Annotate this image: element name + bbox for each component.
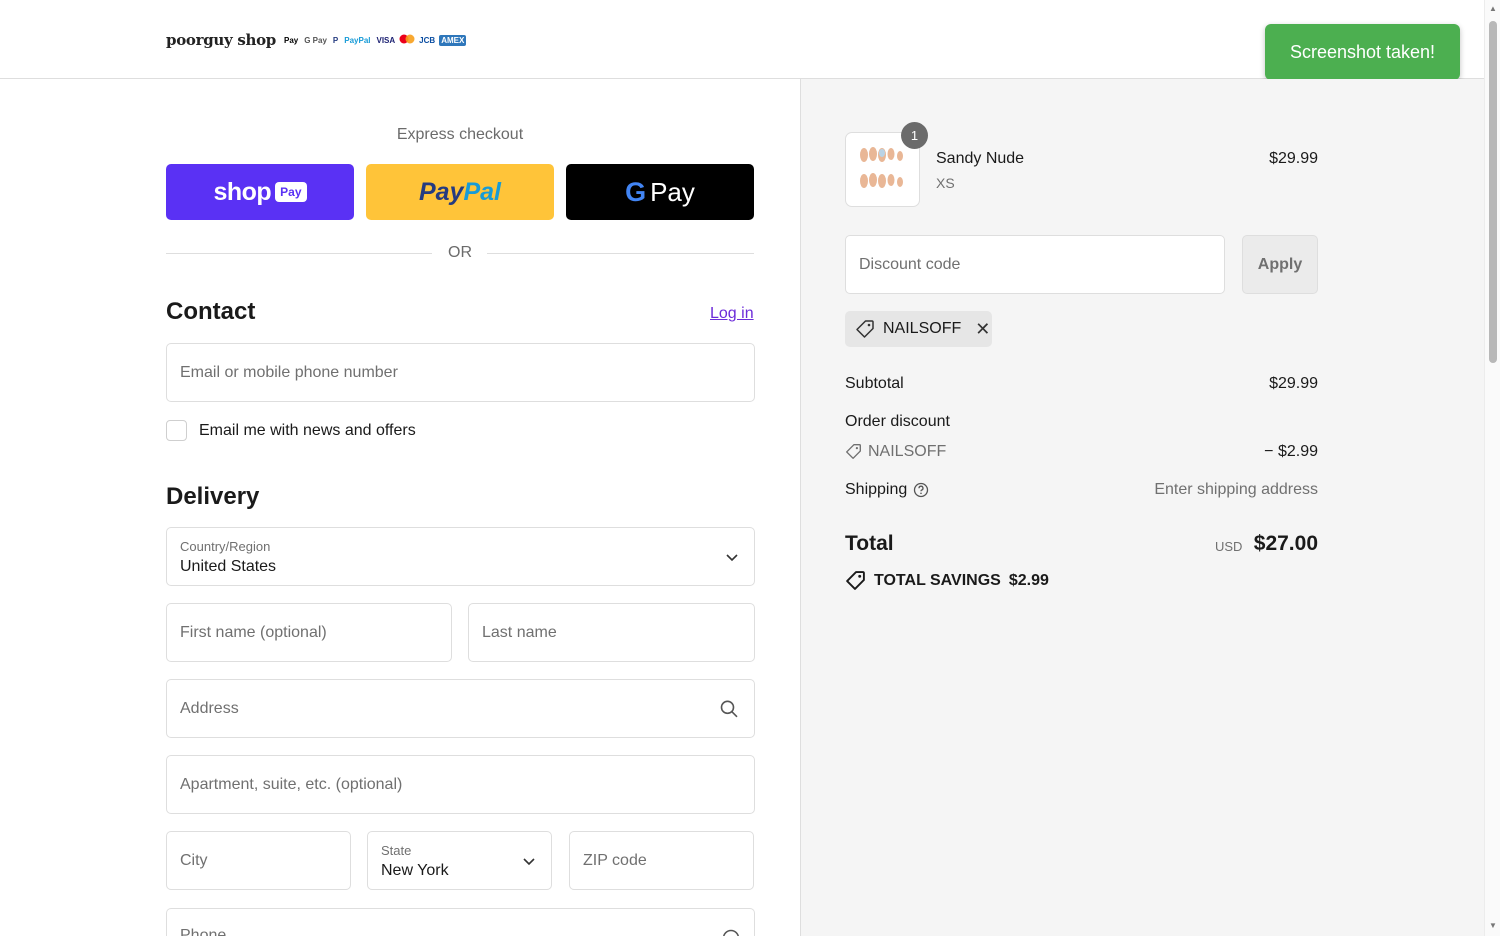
shipping-row: Shipping bbox=[845, 481, 929, 499]
or-text: OR bbox=[448, 244, 472, 261]
page-scrollbar[interactable]: ▲ ▼ bbox=[1484, 0, 1500, 936]
applied-discount-chip: NAILSOFF ✕ bbox=[845, 311, 992, 347]
apple-pay-badge: Pay bbox=[283, 35, 299, 45]
discount-placeholder: Discount code bbox=[859, 255, 961, 273]
google-pay-word: Pay bbox=[650, 176, 695, 207]
phone-placeholder: Phone bbox=[180, 927, 227, 936]
remove-discount-close-icon[interactable]: ✕ bbox=[975, 319, 990, 340]
zip-field[interactable]: ZIP code bbox=[569, 831, 754, 890]
product-name: Sandy Nude bbox=[936, 150, 1025, 167]
jcb-badge: JCB bbox=[419, 35, 436, 45]
subtotal-label: Subtotal bbox=[845, 375, 904, 392]
address-placeholder: Address bbox=[180, 699, 239, 717]
tag-icon bbox=[845, 570, 866, 591]
shop-pay-badge: Pay bbox=[275, 182, 307, 202]
total-value: $27.00 bbox=[1253, 532, 1318, 555]
subtotal-value: $29.99 bbox=[1269, 375, 1318, 392]
newsletter-checkbox[interactable] bbox=[166, 420, 187, 441]
city-field[interactable]: City bbox=[166, 831, 351, 890]
order-discount-code: NAILSOFF bbox=[868, 443, 947, 460]
contact-heading: Contact bbox=[166, 298, 256, 325]
paypal-p-badge: P bbox=[332, 35, 339, 45]
store-logo[interactable]: poorguy shop Pay G Pay P PayPal VISA JCB… bbox=[166, 30, 467, 50]
mastercard-icon bbox=[399, 34, 415, 46]
chevron-down-icon bbox=[523, 853, 535, 869]
paypal-word-pay: Pay bbox=[418, 177, 464, 206]
delivery-heading: Delivery bbox=[166, 483, 260, 510]
state-value: New York bbox=[381, 862, 449, 879]
order-discount-value: − $2.99 bbox=[1264, 443, 1318, 460]
last-name-field[interactable]: Last name bbox=[468, 603, 755, 662]
paypal-button[interactable]: Pay Pal bbox=[366, 164, 554, 220]
shipping-label: Shipping bbox=[845, 481, 908, 498]
help-icon[interactable] bbox=[913, 481, 929, 499]
country-value: United States bbox=[180, 558, 277, 575]
product-variant: XS bbox=[936, 175, 955, 191]
login-link[interactable]: Log in bbox=[710, 305, 754, 323]
tag-icon bbox=[855, 319, 875, 339]
order-discount-code-row: NAILSOFF bbox=[845, 443, 946, 461]
city-placeholder: City bbox=[180, 851, 208, 869]
country-label: Country/Region bbox=[180, 539, 271, 554]
quantity-badge: 1 bbox=[901, 122, 928, 149]
amex-badge: AMEX bbox=[439, 34, 467, 46]
email-field[interactable]: Email or mobile phone number bbox=[166, 343, 755, 402]
help-icon[interactable] bbox=[722, 929, 740, 936]
apply-button[interactable]: Apply bbox=[1242, 235, 1318, 294]
express-checkout-label: Express checkout bbox=[396, 126, 524, 143]
shop-pay-button[interactable]: shop Pay bbox=[166, 164, 354, 220]
paypal-word-pal: Pal bbox=[463, 177, 501, 206]
scroll-up-arrow-icon[interactable]: ▲ bbox=[1489, 4, 1497, 13]
google-pay-button[interactable]: G Pay bbox=[566, 164, 754, 220]
discount-code-field[interactable]: Discount code bbox=[845, 235, 1225, 294]
header: poorguy shop Pay G Pay P PayPal VISA JCB… bbox=[0, 0, 1484, 79]
tag-icon bbox=[845, 443, 862, 461]
newsletter-row[interactable]: Email me with news and offers bbox=[166, 420, 416, 441]
newsletter-label: Email me with news and offers bbox=[199, 421, 416, 439]
state-label: State bbox=[381, 843, 412, 858]
payment-badges: Pay G Pay P PayPal VISA JCB AMEX bbox=[282, 34, 467, 46]
last-name-placeholder: Last name bbox=[482, 623, 557, 641]
google-pay-badge: G Pay bbox=[304, 35, 327, 45]
scroll-thumb[interactable] bbox=[1489, 21, 1497, 363]
applied-code-text: NAILSOFF bbox=[883, 320, 962, 337]
zip-placeholder: ZIP code bbox=[583, 851, 647, 869]
product-thumbnail: 1 bbox=[845, 122, 928, 207]
apartment-placeholder: Apartment, suite, etc. (optional) bbox=[180, 775, 403, 793]
order-discount-label: Order discount bbox=[845, 413, 950, 430]
shop-pay-word: shop bbox=[213, 177, 272, 206]
paypal-badge: PayPal bbox=[344, 35, 371, 45]
first-name-placeholder: First name (optional) bbox=[180, 623, 327, 641]
email-placeholder: Email or mobile phone number bbox=[180, 363, 398, 381]
total-savings-row: TOTAL SAVINGS $2.99 bbox=[845, 570, 1049, 591]
savings-label: TOTAL SAVINGS bbox=[874, 571, 1001, 589]
screenshot-toast: Screenshot taken! bbox=[1265, 24, 1460, 80]
first-name-field[interactable]: First name (optional) bbox=[166, 603, 452, 662]
country-select[interactable]: Country/Region United States bbox=[166, 527, 755, 586]
toast-text: Screenshot taken! bbox=[1289, 41, 1436, 62]
google-g-icon: G bbox=[625, 176, 647, 207]
chevron-down-icon bbox=[726, 549, 738, 565]
logo-text: poorguy shop bbox=[166, 31, 276, 49]
apartment-field[interactable]: Apartment, suite, etc. (optional) bbox=[166, 755, 755, 814]
visa-badge: VISA bbox=[376, 35, 396, 45]
or-divider: OR bbox=[166, 243, 754, 263]
savings-value: $2.99 bbox=[1008, 571, 1049, 589]
total-label: Total bbox=[845, 532, 894, 555]
state-select[interactable]: State New York bbox=[367, 831, 552, 890]
shipping-value: Enter shipping address bbox=[1154, 481, 1318, 498]
search-icon[interactable] bbox=[720, 699, 738, 718]
scroll-down-arrow-icon[interactable]: ▼ bbox=[1489, 921, 1497, 930]
address-field[interactable]: Address bbox=[166, 679, 755, 738]
product-price: $29.99 bbox=[1269, 150, 1318, 167]
phone-field[interactable]: Phone bbox=[166, 908, 755, 936]
